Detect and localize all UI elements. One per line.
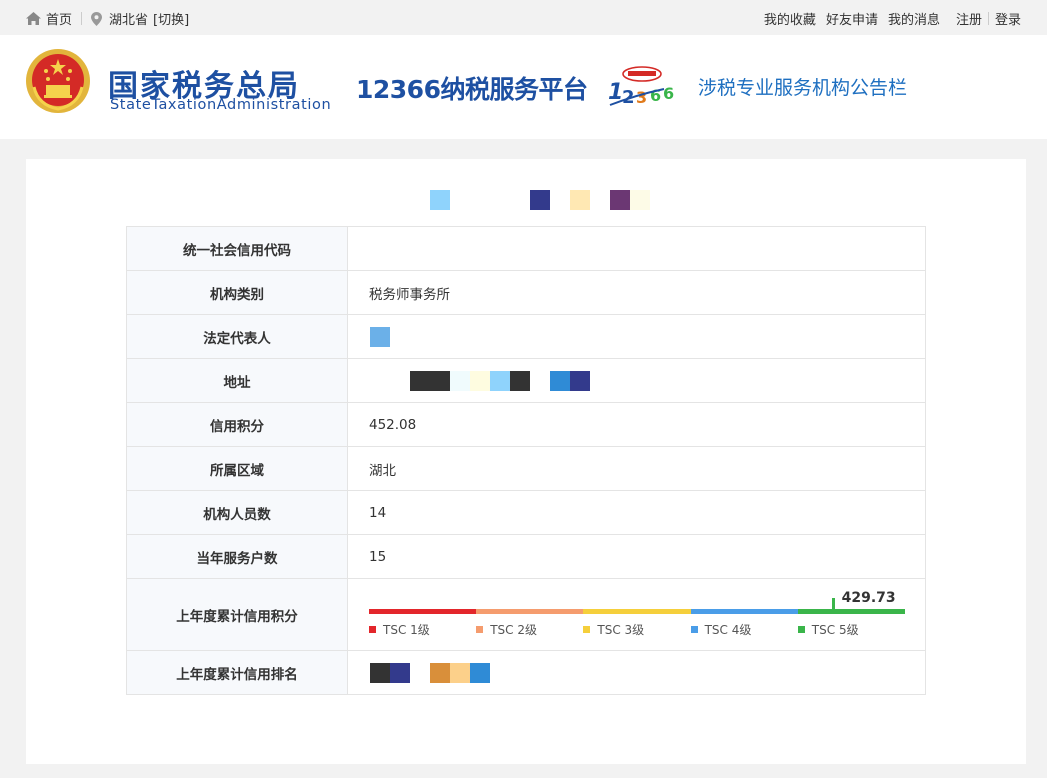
legend-swatch [583, 626, 591, 633]
row-label: 信用积分 [126, 402, 348, 447]
svg-text:6: 6 [650, 86, 661, 105]
legend-item: TSC 3级 [583, 621, 644, 638]
table-row: 法定代表人 [126, 314, 926, 359]
score-marker [831, 598, 835, 613]
home-icon [26, 12, 41, 25]
home-link[interactable]: 首页 [26, 9, 72, 28]
legend-label: TSC 5级 [811, 623, 859, 637]
agency-info-table: 统一社会信用代码 机构类别 税务师事务所 法定代表人 地址 信用积分 452.0… [126, 226, 926, 695]
table-row: 统一社会信用代码 [126, 226, 926, 271]
top-bar-right: 我的收藏 好友申请 我的消息 注册 登录 [754, 9, 1021, 28]
register-link[interactable]: 注册 [956, 9, 982, 28]
location-label: 湖北省 [109, 13, 149, 28]
national-emblem-icon[interactable] [24, 47, 92, 115]
legend-swatch [797, 626, 805, 633]
site-header: 国家税务总局 StateTaxationAdministration 12366… [0, 35, 1047, 139]
last-year-rank-value [347, 650, 926, 695]
legend-item: TSC 1级 [369, 621, 430, 638]
table-row: 机构类别 税务师事务所 [126, 270, 926, 315]
score-level-legend: TSC 1级 TSC 2级 TSC 3级 TSC 4级 TSC 5级 [369, 621, 905, 638]
legend-label: TSC 3级 [597, 623, 645, 637]
bulletin-board-title: 涉税专业服务机构公告栏 [698, 77, 908, 99]
score-level-segment [690, 609, 798, 614]
info-card: 统一社会信用代码 机构类别 税务师事务所 法定代表人 地址 信用积分 452.0… [26, 159, 1026, 764]
location-pin-icon [91, 11, 103, 26]
address-value [347, 358, 926, 403]
favorites-link[interactable]: 我的收藏 [764, 9, 816, 28]
legend-label: TSC 2级 [490, 623, 537, 637]
last-year-score-value: 429.73 [841, 590, 896, 606]
redacted-block [369, 322, 925, 352]
brand-subtitle: StateTaxationAdministration [110, 97, 332, 113]
legend-item: TSC 5级 [797, 621, 859, 638]
row-label: 所属区域 [126, 446, 348, 491]
region-value: 湖北 [347, 446, 926, 491]
score-level-segment [583, 609, 691, 614]
credit-score-value: 452.08 [347, 402, 926, 447]
row-label: 上年度累计信用排名 [126, 650, 348, 695]
legend-item: TSC 4级 [690, 621, 752, 638]
row-label: 机构类别 [126, 270, 348, 315]
last-year-score-cell: 429.73 TSC 1级 TSC 2级 TSC 3级 TSC 4级 TSC 5级 [347, 578, 926, 651]
home-label: 首页 [46, 13, 73, 28]
row-label: 统一社会信用代码 [126, 226, 348, 271]
legend-item: TSC 2级 [476, 621, 537, 638]
table-row: 上年度累计信用积分 429.73 TSC 1级 TSC 2级 TSC 3级 TSC 4… [126, 578, 926, 651]
redacted-block [369, 366, 925, 396]
top-bar: 首页 湖北省 [切换] 我的收藏 好友申请 我的消息 注册 登录 [0, 0, 1047, 35]
agency-type-value: 税务师事务所 [347, 270, 926, 315]
table-row: 当年服务户数 15 [126, 534, 926, 579]
row-label: 上年度累计信用积分 [126, 578, 348, 651]
client-count-value: 15 [347, 534, 926, 579]
table-row: 信用积分 452.08 [126, 402, 926, 447]
platform-title[interactable]: 12366纳税服务平台 [356, 70, 588, 106]
table-row: 地址 [126, 358, 926, 403]
credit-code-value [347, 226, 926, 271]
location-selector[interactable]: 湖北省 [切换] [91, 9, 189, 28]
score-level-bar: 429.73 TSC 1级 TSC 2级 TSC 3级 TSC 4级 TSC 5级 [369, 579, 925, 650]
legend-swatch [476, 626, 484, 633]
row-label: 当年服务户数 [126, 534, 348, 579]
agency-name-redacted [430, 190, 660, 210]
score-level-segment [797, 609, 905, 614]
score-level-segment [476, 609, 584, 614]
row-label: 法定代表人 [126, 314, 348, 359]
legend-swatch [369, 626, 376, 633]
top-bar-left: 首页 湖北省 [切换] [26, 9, 189, 28]
legal-representative-value [347, 314, 926, 359]
svg-text:3: 3 [636, 88, 647, 107]
legend-label: TSC 1级 [383, 623, 430, 637]
messages-link[interactable]: 我的消息 [888, 9, 940, 28]
divider [987, 12, 989, 25]
table-row: 所属区域 湖北 [126, 446, 926, 491]
redacted-block [369, 658, 925, 688]
divider [81, 12, 83, 25]
score-level-segment [369, 609, 477, 614]
switch-location-link[interactable]: [切换] [153, 9, 189, 28]
score-level-track [369, 609, 905, 614]
staff-count-value: 14 [347, 490, 926, 535]
legend-label: TSC 4级 [704, 623, 752, 637]
table-row: 上年度累计信用排名 [126, 650, 926, 695]
table-row: 机构人员数 14 [126, 490, 926, 535]
login-link[interactable]: 登录 [995, 9, 1021, 28]
row-label: 地址 [126, 358, 348, 403]
row-label: 机构人员数 [126, 490, 348, 535]
12366-logo-icon: 1 2 3 6 6 [608, 66, 674, 108]
svg-text:6: 6 [663, 84, 674, 103]
friend-requests-link[interactable]: 好友申请 [826, 9, 878, 28]
legend-swatch [690, 626, 698, 633]
